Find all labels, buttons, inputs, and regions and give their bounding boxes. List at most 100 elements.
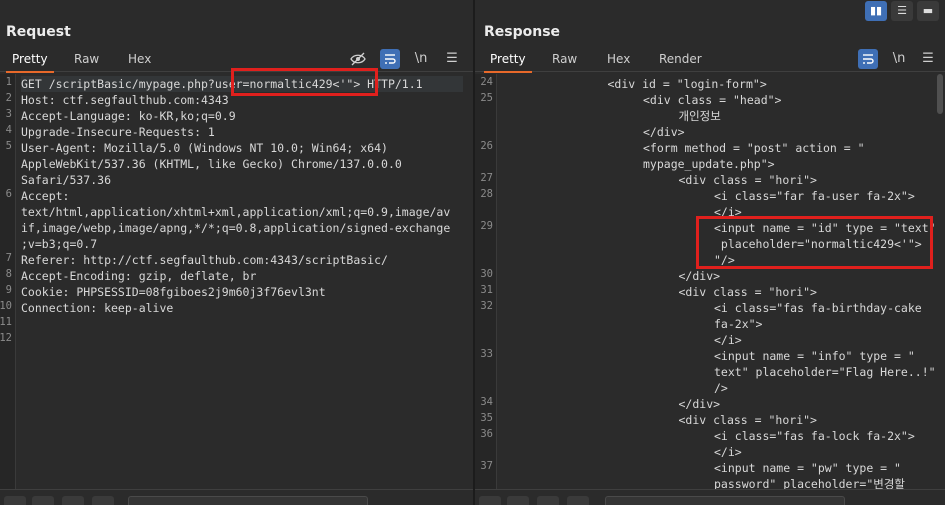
- response-help-icon[interactable]: [479, 496, 501, 505]
- request-editor[interactable]: 1 2 3 4 5 6 7 8 9 10 11 12 GET /scriptBasic/mypage.…: [0, 68, 473, 489]
- response-tab-hex[interactable]: Hex: [607, 52, 630, 72]
- single-pane-icon[interactable]: ▬: [917, 1, 939, 21]
- response-highlight-box: [696, 216, 933, 269]
- line-number: 10: [0, 300, 12, 312]
- response-next-button[interactable]: [567, 496, 589, 505]
- response-editor[interactable]: 24 25 26 27 28 29 30 31 32 33 34 35 36 37 <div id = "…: [475, 74, 945, 491]
- response-search-input[interactable]: [605, 496, 845, 505]
- line-number: 35: [480, 412, 493, 424]
- response-tab-pretty[interactable]: Pretty: [484, 52, 532, 73]
- line-number: 9: [5, 284, 12, 296]
- response-pane: Response ▮▮ ☰ ▬ Pretty Raw Hex Render \n…: [475, 0, 945, 505]
- line-number: 8: [5, 268, 12, 280]
- line-number: 26: [480, 140, 493, 152]
- line-number: 3: [5, 108, 12, 120]
- response-settings-icon[interactable]: [507, 496, 529, 505]
- request-title: Request: [6, 24, 71, 40]
- hamburger-icon[interactable]: ☰: [918, 49, 938, 69]
- code-line: text" placeholder="Flag Here..!": [714, 365, 936, 379]
- code-line: ;v=b3;q=0.7: [21, 237, 98, 251]
- code-line: Connection: keep-alive: [21, 301, 174, 315]
- request-tab-raw[interactable]: Raw: [74, 52, 99, 72]
- line-number: 28: [480, 188, 493, 200]
- newline-toggle[interactable]: \n: [411, 49, 431, 69]
- request-highlight-box: [231, 68, 378, 96]
- code-line: <i class="far fa-user fa-2x">: [714, 189, 915, 203]
- line-number: 12: [0, 332, 12, 344]
- code-line: <i class="fas fa-birthday-cake: [714, 301, 922, 315]
- line-number: 30: [480, 268, 493, 280]
- code-line: Accept-Language: ko-KR,ko;q=0.9: [21, 109, 236, 123]
- request-tab-pretty[interactable]: Pretty: [6, 52, 54, 73]
- response-scrollbar[interactable]: [936, 74, 944, 484]
- code-line: text/html,application/xhtml+xml,applicat…: [21, 205, 451, 219]
- code-line: Accept:: [21, 189, 70, 203]
- line-number: 33: [480, 348, 493, 360]
- code-line: </div>: [678, 269, 721, 283]
- code-line: fa-2x">: [714, 317, 763, 331]
- wrap-icon[interactable]: [380, 49, 400, 69]
- code-line: <div class = "hori">: [678, 173, 817, 187]
- code-line: Host: ctf.segfaulthub.com:4343: [21, 93, 229, 107]
- response-tab-render[interactable]: Render: [659, 52, 702, 72]
- code-line: <input name = "pw" type = ": [714, 461, 901, 475]
- line-number: 25: [480, 92, 493, 104]
- line-number: 36: [480, 428, 493, 440]
- code-line: <i class="fas fa-lock fa-2x">: [714, 429, 915, 443]
- line-number: 11: [0, 316, 12, 328]
- line-number: 1: [5, 76, 12, 88]
- code-line: AppleWebKit/537.36 (KHTML, like Gecko) C…: [21, 157, 402, 171]
- response-title: Response: [484, 24, 561, 40]
- request-settings-icon[interactable]: [32, 496, 54, 505]
- request-tab-hex[interactable]: Hex: [128, 52, 151, 72]
- code-line: <form method = "post" action = ": [643, 141, 865, 155]
- code-line: </i>: [714, 445, 742, 459]
- code-line: </i>: [714, 333, 742, 347]
- line-number: 7: [5, 252, 12, 264]
- wrap-icon[interactable]: [858, 49, 878, 69]
- request-bottom-bar: [0, 489, 473, 505]
- code-line: <input name = "info" type = ": [714, 349, 915, 363]
- line-number: 27: [480, 172, 493, 184]
- line-number: 24: [480, 76, 493, 88]
- split-columns-icon[interactable]: ▮▮: [865, 1, 887, 21]
- line-number: 6: [5, 188, 12, 200]
- code-line: <div class = "head">: [643, 93, 782, 107]
- code-line: <div class = "hori">: [678, 285, 817, 299]
- request-search-input[interactable]: [128, 496, 368, 505]
- code-line: Upgrade-Insecure-Requests: 1: [21, 125, 215, 139]
- code-line: </div>: [643, 125, 685, 139]
- code-line: Cookie: PHPSESSID=08fgiboes2j9m60j3f76ev…: [21, 285, 326, 299]
- line-number: 34: [480, 396, 493, 408]
- newline-toggle[interactable]: \n: [889, 49, 909, 69]
- request-prev-button[interactable]: [62, 496, 84, 505]
- code-line: Accept-Encoding: gzip, deflate, br: [21, 269, 257, 283]
- hamburger-icon[interactable]: ☰: [442, 49, 462, 69]
- code-line: if,image/webp,image/apng,*/*;q=0.8,appli…: [21, 221, 451, 235]
- layout-toggle-group: ▮▮ ☰ ▬: [861, 1, 943, 21]
- line-number: 4: [5, 124, 12, 136]
- code-line: mypage_update.php">: [643, 157, 775, 171]
- request-toolbar: \n ☰: [348, 49, 468, 69]
- request-help-icon[interactable]: [4, 496, 26, 505]
- code-line: 개인정보: [678, 109, 721, 123]
- response-prev-button[interactable]: [537, 496, 559, 505]
- code-line: />: [714, 381, 728, 395]
- line-number: 2: [5, 92, 12, 104]
- code-line: Referer: http://ctf.segfaulthub.com:4343…: [21, 253, 388, 267]
- scrollbar-thumb[interactable]: [937, 74, 943, 114]
- line-number: 32: [480, 300, 493, 312]
- eye-slash-icon[interactable]: [348, 49, 368, 69]
- response-gutter: 24 25 26 27 28 29 30 31 32 33 34 35 36 37: [475, 74, 497, 489]
- code-line: <div id = "login-form">: [607, 77, 767, 91]
- code-line: Safari/537.36: [21, 173, 112, 187]
- request-pane: Request Pretty Raw Hex \n ☰ 1 2 3 4 5 6 7 8 9 10 1…: [0, 0, 473, 505]
- line-number: 31: [480, 284, 493, 296]
- response-tab-raw[interactable]: Raw: [552, 52, 577, 72]
- request-gutter: 1 2 3 4 5 6 7 8 9 10 11 12: [0, 74, 16, 489]
- request-next-button[interactable]: [92, 496, 114, 505]
- code-line: <div class = "hori">: [678, 413, 817, 427]
- code-line: </div>: [678, 397, 721, 411]
- split-rows-icon[interactable]: ☰: [891, 1, 913, 21]
- line-number: 29: [480, 220, 493, 232]
